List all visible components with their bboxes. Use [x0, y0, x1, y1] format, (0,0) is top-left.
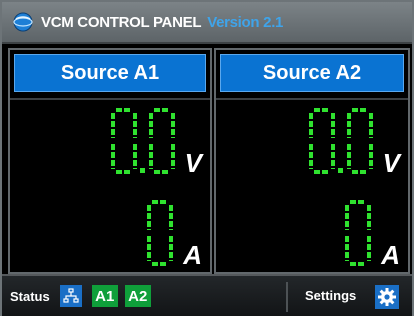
status-bar: Status A1 A2 Settings: [2, 274, 412, 316]
current-display-a1: [145, 200, 175, 268]
current-unit-a2: A: [381, 240, 400, 270]
title-bar: VCM CONTROL PANEL Version 2.1: [2, 2, 412, 44]
statusbar-divider: [286, 282, 288, 312]
app-version: Version 2.1: [207, 13, 284, 31]
status-label: Status: [10, 288, 50, 304]
current-display-a2: [343, 200, 373, 268]
current-readout-a2: A: [343, 198, 400, 268]
globe-icon: [13, 12, 33, 32]
voltage-display-a2: [307, 108, 375, 176]
settings-label[interactable]: Settings: [305, 288, 356, 303]
channel-a1-name-button[interactable]: Source A1: [14, 54, 206, 92]
channel-separator: [10, 98, 210, 100]
decimal-point: [337, 168, 343, 173]
channel-a1-status-badge[interactable]: A1: [91, 285, 118, 307]
voltage-unit-a1: V: [184, 148, 202, 178]
channel-panel-a2: Source A2 V A: [214, 48, 410, 274]
current-unit-a1: A: [183, 240, 202, 270]
channel-a2-status-badge[interactable]: A2: [124, 285, 151, 307]
decimal-point: [139, 168, 145, 173]
gear-icon[interactable]: [375, 285, 399, 309]
network-icon[interactable]: [59, 285, 82, 307]
app-title: VCM CONTROL PANEL: [41, 13, 202, 31]
current-readout-a1: A: [145, 198, 202, 268]
voltage-readout-a2: V: [307, 106, 400, 176]
channel-separator: [216, 98, 408, 100]
channel-a2-name-button[interactable]: Source A2: [220, 54, 404, 92]
voltage-readout-a1: V: [109, 106, 202, 176]
channel-panel-a1: Source A1 V A: [8, 48, 212, 274]
voltage-display-a1: [109, 108, 177, 176]
voltage-unit-a2: V: [382, 148, 400, 178]
control-panel-window: VCM CONTROL PANEL Version 2.1 Source A1 …: [0, 0, 414, 316]
